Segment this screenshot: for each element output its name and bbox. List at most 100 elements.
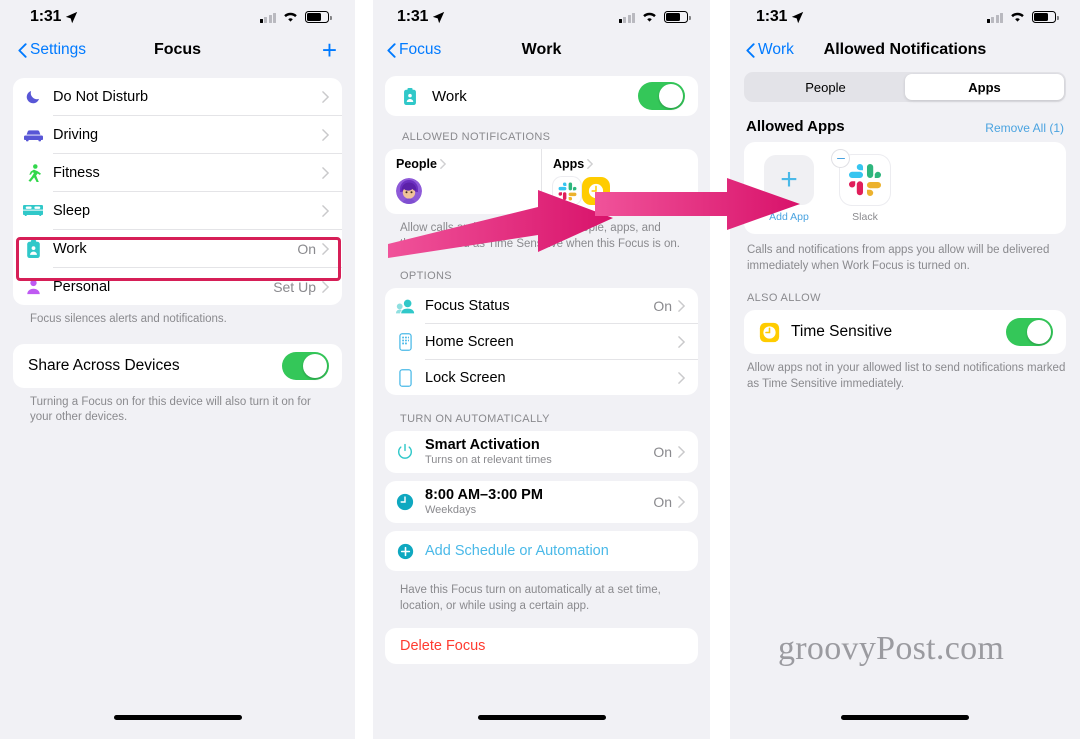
wifi-icon — [284, 12, 297, 22]
focus-status-icon — [385, 298, 425, 314]
car-icon — [13, 128, 53, 142]
remove-app-badge-icon[interactable] — [832, 150, 849, 167]
screenshot-root: 1:31 Settings Focus + Do Not Disturb Dri… — [0, 0, 1080, 739]
back-button-label: Settings — [30, 41, 87, 58]
remove-all-button[interactable]: Remove All (1) — [985, 121, 1064, 135]
list-item-value: On — [653, 444, 672, 461]
work-toggle-group: Work — [385, 76, 698, 116]
battery-icon — [305, 11, 332, 23]
options-group: Focus Status On Home Screen Lock Screen — [385, 288, 698, 396]
share-across-devices-toggle[interactable] — [282, 351, 329, 380]
location-arrow-icon — [792, 11, 804, 23]
allowed-apps-header: Allowed Apps Remove All (1) — [746, 118, 1064, 135]
schedule-group: 8:00 AM–3:00 PM Weekdays On — [385, 481, 698, 524]
status-bar-time: 1:31 — [30, 8, 62, 25]
location-arrow-icon — [66, 11, 78, 23]
apps-card-title-row: Apps — [553, 157, 687, 171]
list-item-label: 8:00 AM–3:00 PM — [425, 487, 543, 504]
slack-app-label: Slack — [852, 211, 878, 223]
list-item-sleep[interactable]: Sleep — [13, 192, 342, 229]
allowed-apps-title: Allowed Apps — [746, 118, 845, 135]
share-footnote: Turning a Focus on for this device will … — [30, 395, 311, 424]
slack-app-cell[interactable]: Slack — [832, 150, 894, 223]
row-smart-activation[interactable]: Smart Activation Turns on at relevant ti… — [385, 431, 698, 473]
chevron-right-icon — [587, 159, 594, 169]
status-bar-time: 1:31 — [756, 8, 788, 25]
phone-screen-focus-list: 1:31 Settings Focus + Do Not Disturb Dri… — [0, 0, 355, 739]
status-bar-time: 1:31 — [397, 8, 429, 25]
row-time-sensitive[interactable]: Time Sensitive — [744, 310, 1066, 354]
nav-bar: Work Allowed Notifications — [730, 34, 1080, 66]
add-focus-button[interactable]: + — [322, 37, 337, 63]
turn-on-automatically-header: TURN ON AUTOMATICALLY — [400, 413, 550, 426]
row-share-across-devices[interactable]: Share Across Devices — [13, 344, 342, 388]
list-item-label: Smart Activation — [425, 437, 540, 454]
row-schedule-time[interactable]: 8:00 AM–3:00 PM Weekdays On — [385, 481, 698, 523]
list-item-sublabel: Turns on at relevant times — [425, 454, 552, 467]
work-focus-body: Work ALLOWED NOTIFICATIONS People Apps A… — [373, 66, 710, 665]
tab-apps[interactable]: Apps — [905, 74, 1064, 100]
nav-bar: Focus Work — [373, 34, 710, 66]
row-home-screen[interactable]: Home Screen — [385, 324, 698, 359]
turn-on-automatically-footnote: Have this Focus turn on automatically at… — [400, 584, 661, 612]
chevron-right-icon — [678, 371, 685, 384]
focus-list-footnote: Focus silences alerts and notifications. — [30, 313, 227, 325]
status-bar: 1:31 — [373, 0, 710, 34]
list-item-text: Smart Activation Turns on at relevant ti… — [425, 437, 653, 467]
chevron-right-icon — [322, 166, 329, 179]
status-bar: 1:31 — [730, 0, 1080, 34]
cellular-signal-icon — [259, 12, 276, 23]
chevron-right-icon — [322, 128, 329, 141]
home-indicator — [477, 715, 606, 720]
list-item-driving[interactable]: Driving — [13, 116, 342, 153]
delete-focus-group: Delete Focus — [385, 628, 698, 665]
list-item-label: Focus Status — [425, 297, 510, 314]
list-item-fitness[interactable]: Fitness — [13, 154, 342, 191]
wifi-icon — [1011, 12, 1024, 22]
back-button-focus[interactable]: Focus — [387, 41, 441, 59]
row-add-schedule[interactable]: Add Schedule or Automation — [385, 531, 698, 571]
row-work-toggle[interactable]: Work — [385, 76, 698, 116]
back-button-settings[interactable]: Settings — [18, 41, 86, 59]
battery-icon — [664, 11, 691, 23]
share-across-devices-group: Share Across Devices — [13, 343, 342, 388]
status-bar-indicators — [986, 11, 1059, 23]
list-item-text: 8:00 AM–3:00 PM Weekdays — [425, 487, 653, 517]
nav-bar: Settings Focus + — [0, 34, 355, 66]
status-bar-indicators — [618, 11, 691, 23]
list-item-sublabel: Weekdays — [425, 504, 477, 517]
time-sensitive-label: Time Sensitive — [791, 323, 893, 341]
row-focus-status[interactable]: Focus Status On — [385, 288, 698, 323]
status-bar-time-group: 1:31 — [30, 8, 78, 26]
battery-icon — [1032, 11, 1059, 23]
cellular-signal-icon — [986, 12, 1003, 23]
chevron-right-icon — [322, 90, 329, 103]
back-button-work[interactable]: Work — [746, 41, 794, 59]
running-icon — [13, 163, 53, 182]
status-bar: 1:31 — [0, 0, 355, 34]
list-item-label: Fitness — [53, 164, 100, 181]
time-sensitive-toggle[interactable] — [1006, 318, 1053, 347]
list-item-label: Driving — [53, 126, 99, 143]
plus-circle-icon — [385, 543, 425, 560]
row-lock-screen[interactable]: Lock Screen — [385, 360, 698, 395]
list-item-label: Do Not Disturb — [53, 88, 149, 105]
work-focus-toggle[interactable] — [638, 82, 685, 110]
allowed-apps-footnote: Calls and notifications from apps you al… — [747, 244, 1050, 272]
phone-screen-work-focus: 1:31 Focus Work Work ALLOWED NOTIFICATIO… — [373, 0, 710, 739]
power-icon — [385, 443, 425, 461]
clock-badge-icon — [755, 322, 783, 343]
tab-people[interactable]: People — [746, 74, 905, 100]
list-item-do-not-disturb[interactable]: Do Not Disturb — [13, 78, 342, 115]
home-screen-icon — [385, 332, 425, 351]
people-card-title: People — [396, 157, 437, 171]
list-item-label: Lock Screen — [425, 369, 506, 386]
annotation-arrow-people-to-apps — [388, 190, 613, 258]
time-sensitive-group: Time Sensitive — [744, 310, 1066, 355]
row-delete-focus[interactable]: Delete Focus — [385, 628, 698, 664]
chevron-right-icon — [440, 159, 446, 169]
people-apps-segmented-control[interactable]: People Apps — [744, 72, 1066, 102]
chevron-right-icon — [678, 496, 685, 508]
home-indicator — [841, 715, 969, 720]
allowed-notifications-header: ALLOWED NOTIFICATIONS — [402, 131, 551, 143]
